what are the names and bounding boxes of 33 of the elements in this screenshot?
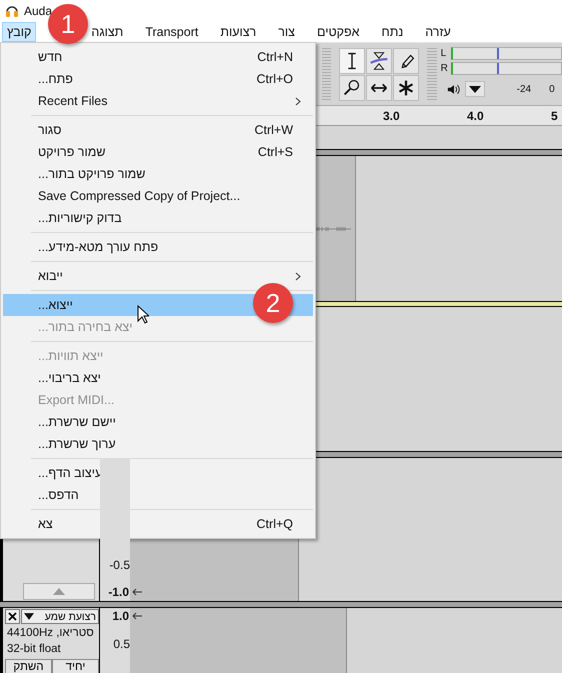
- menu-item[interactable]: הדפס...: [3, 484, 313, 506]
- menu-item[interactable]: Transport: [140, 22, 204, 42]
- menu-item[interactable]: אפקטים: [312, 22, 364, 42]
- menu-item[interactable]: תצוגה: [86, 22, 128, 42]
- mute-button[interactable]: השתק: [5, 659, 52, 673]
- menu-item[interactable]: פתח עורך מטא-מידע...: [3, 236, 313, 258]
- menu-item[interactable]: שמור פרויקט בתור...: [3, 163, 313, 185]
- menu-item[interactable]: יצא בריבוי...: [3, 367, 313, 389]
- ruler-label: 4.0: [467, 108, 485, 122]
- scale-label: 1.0: [112, 609, 129, 623]
- menu-item[interactable]: Save Compressed Copy of Project...: [3, 185, 313, 207]
- solo-button[interactable]: יחיד: [52, 659, 99, 673]
- track-info: סטריאו, 44100Hz: [6, 626, 95, 641]
- menu-item[interactable]: ערוך שרשרת...: [3, 433, 313, 455]
- meter-scale-label: 0: [549, 84, 555, 94]
- ruler-label: 3.0: [383, 108, 401, 122]
- scale-label: -0.5: [109, 558, 130, 572]
- track-info: 32-bit float: [6, 642, 62, 657]
- menu-item[interactable]: Recent Files: [3, 90, 313, 112]
- menu-item[interactable]: צור: [273, 22, 300, 42]
- menu-item[interactable]: עזרה: [420, 22, 456, 42]
- channel-label: L: [440, 48, 448, 59]
- meter-scale-label: -24: [516, 84, 532, 94]
- channel-label: R: [440, 63, 449, 74]
- scale-label: -1.0: [108, 585, 129, 599]
- scale-label: 0.5: [113, 637, 130, 651]
- menu-item[interactable]: בדוק קישוריות...: [3, 207, 313, 229]
- track-name-dropdown[interactable]: רצועת שמע: [21, 609, 99, 624]
- ruler-label: 5: [551, 108, 559, 122]
- menu-item[interactable]: יישם שרשרת...: [3, 411, 313, 433]
- menu-item[interactable]: רצועות: [215, 22, 262, 42]
- menu-item[interactable]: קובץ: [2, 22, 36, 42]
- menu-item[interactable]: נתח: [376, 22, 408, 42]
